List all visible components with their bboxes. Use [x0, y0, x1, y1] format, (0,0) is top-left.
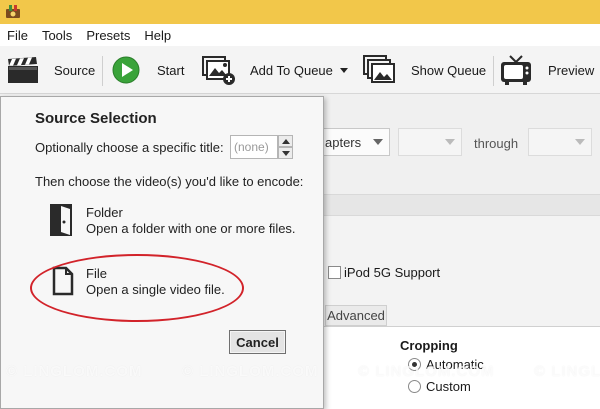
through-label: through: [474, 136, 519, 151]
cropping-custom-label: Custom: [426, 379, 471, 394]
tab-advanced[interactable]: Advanced: [325, 305, 387, 326]
title-spinner-input[interactable]: (none): [230, 135, 278, 159]
choose-title-text: Optionally choose a specific title:: [35, 140, 224, 155]
source-label: Source: [54, 62, 96, 78]
chapters-combo[interactable]: apters: [318, 128, 390, 156]
ipod-support-label: iPod 5G Support: [344, 265, 441, 280]
menu-presets[interactable]: Presets: [86, 28, 130, 43]
choose-video-text: Then choose the video(s) you'd like to e…: [35, 174, 304, 189]
cancel-button[interactable]: Cancel: [229, 330, 286, 354]
spinner-up-button[interactable]: [278, 135, 293, 147]
cropping-title: Cropping: [400, 338, 458, 353]
cropping-automatic-label: Automatic: [426, 357, 484, 372]
file-option[interactable]: File Open a single video file.: [45, 262, 255, 302]
start-button[interactable]: Start: [111, 46, 184, 94]
arrow-up-icon: [282, 139, 290, 144]
arrow-down-icon: [282, 151, 290, 156]
file-icon: [52, 266, 74, 296]
title-bar: [0, 0, 600, 24]
toolbar-separator: [493, 56, 494, 86]
show-queue-button[interactable]: Show Queue: [362, 46, 486, 94]
title-spinner-value: (none): [234, 140, 269, 154]
chevron-down-icon: [445, 139, 455, 145]
toolbar-separator: [102, 56, 103, 86]
chevron-down-icon[interactable]: [339, 67, 348, 73]
handbrake-app-icon[interactable]: [4, 3, 22, 21]
add-to-queue-icon: [202, 56, 235, 85]
show-queue-icon: [363, 55, 395, 83]
preview-button[interactable]: Preview: [500, 46, 594, 94]
file-option-title: File: [86, 266, 107, 281]
chevron-down-icon: [373, 139, 383, 145]
chevron-down-icon: [575, 139, 585, 145]
folder-icon: [50, 204, 72, 236]
folder-option[interactable]: Folder Open a folder with one or more fi…: [45, 201, 305, 241]
chapter-start-combo[interactable]: [398, 128, 462, 156]
menu-bar: File Tools Presets Help: [0, 24, 600, 46]
add-to-queue-label: Add To Queue: [250, 62, 333, 78]
add-to-queue-button[interactable]: Add To Queue: [200, 46, 348, 94]
tv-icon: [501, 55, 531, 85]
play-icon: [112, 56, 140, 84]
show-queue-label: Show Queue: [411, 62, 487, 78]
file-option-description: Open a single video file.: [86, 282, 225, 297]
clapperboard-icon: [8, 57, 38, 83]
chapters-combo-value: apters: [325, 134, 362, 150]
menu-help[interactable]: Help: [144, 28, 171, 43]
toolbar: Source Start Add To Queue Show Queue Pre…: [0, 46, 600, 94]
start-label: Start: [157, 62, 185, 78]
cropping-custom-radio[interactable]: [408, 380, 421, 393]
source-selection-title: Source Selection: [35, 110, 157, 127]
source-button[interactable]: Source: [6, 46, 95, 94]
folder-option-title: Folder: [86, 205, 123, 220]
preview-label: Preview: [548, 62, 595, 78]
folder-option-description: Open a folder with one or more files.: [86, 221, 296, 236]
chapter-end-combo[interactable]: [528, 128, 592, 156]
menu-tools[interactable]: Tools: [42, 28, 72, 43]
spinner-down-button[interactable]: [278, 147, 293, 159]
source-selection-panel: Source Selection Optionally choose a spe…: [0, 96, 324, 409]
cropping-automatic-radio[interactable]: [408, 358, 421, 371]
menu-file[interactable]: File: [7, 28, 28, 43]
ipod-support-checkbox[interactable]: [328, 266, 341, 279]
